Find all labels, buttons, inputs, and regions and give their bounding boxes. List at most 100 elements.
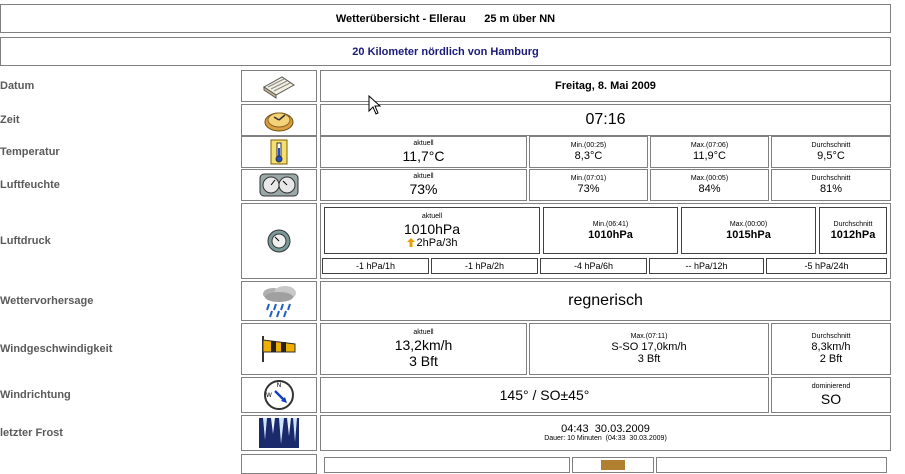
trend-up-arrow-icon: [406, 238, 415, 247]
luftfeuchte-avg: 81%: [819, 183, 843, 195]
wind-avg-caption: Durchschnitt: [811, 333, 851, 340]
icicles-icon: [259, 418, 299, 448]
row-label-windrichtung: Windrichtung: [0, 389, 71, 401]
wind-aktuell-cell: aktuell 13,2km/h 3 Bft: [320, 323, 527, 375]
luftdruck-aktuell-caption: aktuell: [421, 212, 443, 220]
luftdruck-change-24h: -5 hPa/24h: [766, 258, 887, 274]
windgeschwindigkeit-icon-cell: [241, 323, 317, 375]
luftfeuchte-min-caption: Min.(07:01): [570, 175, 607, 182]
page-title: Wetterübersicht - Ellerau 25 m über NN: [335, 12, 556, 25]
wind-max-bft: 3 Bft: [637, 353, 661, 365]
windsock-icon: [262, 336, 296, 362]
temperatur-max-cell: Max.(07:06) 11,9°C: [650, 136, 769, 168]
row-label-temperatur: Temperatur: [0, 146, 60, 158]
luftdruck-max-cell: Max.(00:00) 1015hPa: [681, 207, 816, 254]
temperatur-avg: 9,5°C: [817, 150, 845, 162]
luftdruck-icon-cell: [241, 203, 317, 279]
row-label-wettervorhersage: Wettervorhersage: [0, 295, 94, 307]
next-row-cell-c: [656, 457, 887, 473]
windrichtung-icon-cell: N W: [241, 377, 317, 413]
luftdruck-change-6h-text: -4 hPa/6h: [573, 261, 614, 271]
datum-icon-cell: [241, 70, 317, 102]
luftdruck-change-6h: -4 hPa/6h: [540, 258, 647, 274]
calendar-icon: [263, 76, 295, 99]
luftdruck-min-caption: Min.(06:41): [592, 220, 629, 228]
svg-text:N: N: [277, 382, 282, 389]
temperatur-avg-caption: Durchschnitt: [811, 142, 851, 149]
luftdruck-trend: 2hPa/3h: [416, 236, 458, 249]
wettervorhersage-value-cell: regnerisch: [320, 281, 891, 321]
luftfeuchte-avg-caption: Durchschnitt: [811, 175, 851, 182]
luftdruck-avg: 1012hPa: [830, 228, 876, 241]
windrichtung-dom: SO: [820, 391, 842, 407]
luftdruck-trend-row: 2hPa/3h: [406, 236, 458, 249]
luftdruck-change-1h-text: -1 hPa/1h: [355, 261, 396, 271]
temperatur-icon-cell: [241, 136, 317, 168]
luftfeuchte-aktuell: 73%: [409, 181, 438, 197]
wind-max-cell: Max.(07:11) S-SO 17,0km/h 3 Bft: [529, 323, 769, 375]
next-row-image: [601, 460, 625, 470]
title-bar: Wetterübersicht - Ellerau 25 m über NN: [0, 4, 891, 33]
zeit-value: 07:16: [585, 111, 626, 128]
luftdruck-avg-caption: Durchschnitt: [833, 220, 873, 228]
temperatur-min: 8,3°C: [574, 150, 603, 162]
luftfeuchte-max-caption: Max.(00:05): [690, 175, 729, 182]
thermometer-icon: [270, 139, 288, 165]
luftfeuchte-min-cell: Min.(07:01) 73%: [529, 169, 648, 201]
luftfeuchte-aktuell-caption: aktuell: [413, 173, 434, 180]
hygrometer-icon: [259, 173, 299, 197]
rain-cloud-icon: [263, 286, 296, 318]
next-row-cell-b: [572, 457, 654, 473]
luftdruck-max: 1015hPa: [726, 228, 771, 241]
frost-value: 04:43 30.03.2009: [561, 423, 650, 435]
luftfeuchte-avg-cell: Durchschnitt 81%: [771, 169, 891, 201]
luftdruck-change-2h: -1 hPa/2h: [431, 258, 538, 274]
temperatur-avg-cell: Durchschnitt 9,5°C: [771, 136, 891, 168]
luftdruck-aktuell: 1010hPa: [403, 220, 461, 237]
row-label-frost: letzter Frost: [0, 427, 63, 439]
wind-aktuell-caption: aktuell: [413, 329, 434, 336]
temperatur-aktuell: 11,7°C: [402, 148, 445, 164]
luftdruck-change-24h-text: -5 hPa/24h: [804, 261, 849, 271]
luftdruck-change-1h: -1 hPa/1h: [322, 258, 429, 274]
windrichtung-dom-caption: dominierend: [811, 383, 851, 390]
luftdruck-min: 1010hPa: [588, 228, 633, 241]
zeit-icon-cell: [241, 104, 317, 136]
windrichtung-value: 145° / SO±45°: [499, 387, 590, 403]
temperatur-aktuell-caption: aktuell: [413, 140, 434, 147]
temperatur-max: 11,9°C: [693, 150, 726, 162]
luftfeuchte-icon-cell: [241, 169, 317, 201]
luftfeuchte-aktuell-cell: aktuell 73%: [320, 169, 527, 201]
next-row-icon-cell: [241, 454, 317, 474]
windrichtung-value-cell: 145° / SO±45°: [320, 377, 769, 413]
next-row-cell-a: [324, 457, 570, 473]
wettervorhersage-icon-cell: [241, 281, 317, 321]
mouse-cursor-icon: [368, 95, 382, 115]
luftdruck-avg-cell: Durchschnitt 1012hPa: [819, 207, 887, 254]
wind-aktuell: 13,2km/h: [394, 337, 453, 353]
page-subtitle: 20 Kilometer nördlich von Hamburg: [352, 45, 539, 58]
datum-value: Freitag, 8. Mai 2009: [555, 80, 656, 92]
svg-text:W: W: [266, 392, 272, 399]
row-label-zeit: Zeit: [0, 114, 20, 126]
wind-aktuell-bft: 3 Bft: [409, 353, 438, 369]
zeit-value-cell: 07:16: [320, 104, 891, 136]
barometer-icon: [267, 229, 291, 253]
luftdruck-min-cell: Min.(06:41) 1010hPa: [543, 207, 678, 254]
temperatur-min-caption: Min.(00:25): [570, 142, 607, 149]
row-label-luftdruck: Luftdruck: [0, 235, 51, 247]
subtitle-bar: 20 Kilometer nördlich von Hamburg: [0, 37, 891, 66]
luftdruck-change-12h-text: -- hPa/12h: [685, 261, 728, 271]
luftdruck-aktuell-cell: aktuell 1010hPa 2hPa/3h: [324, 207, 540, 254]
luftfeuchte-max: 84%: [698, 183, 721, 195]
luftfeuchte-max-cell: Max.(00:05) 84%: [650, 169, 769, 201]
frost-duration: Dauer: 10 Minuten (04:33 30.03.2009): [544, 435, 667, 442]
wind-max-caption: Max.(07:11): [630, 333, 668, 340]
row-label-luftfeuchte: Luftfeuchte: [0, 179, 60, 191]
wind-avg-cell: Durchschnitt 8,3km/h 2 Bft: [771, 323, 891, 375]
wind-max: S-SO 17,0km/h: [611, 341, 687, 353]
luftfeuchte-min: 73%: [577, 183, 600, 195]
frost-icon-cell: [241, 415, 317, 451]
luftdruck-max-caption: Max.(00:00): [729, 220, 768, 228]
temperatur-max-caption: Max.(07:06): [690, 142, 729, 149]
